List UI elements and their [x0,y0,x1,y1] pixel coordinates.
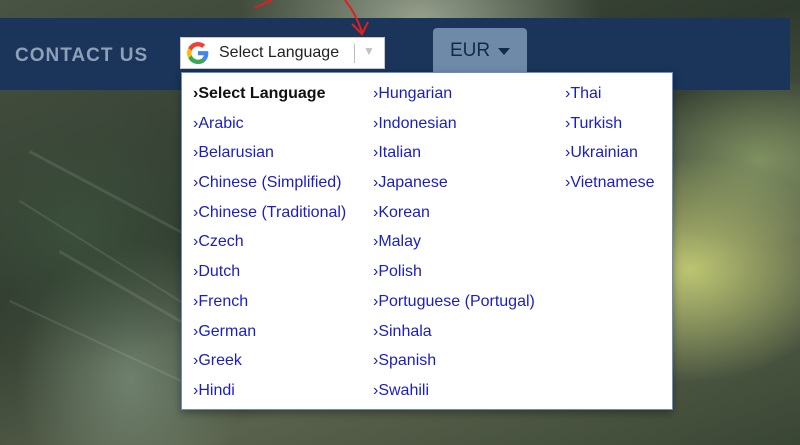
annotation-arrow [254,0,369,36]
